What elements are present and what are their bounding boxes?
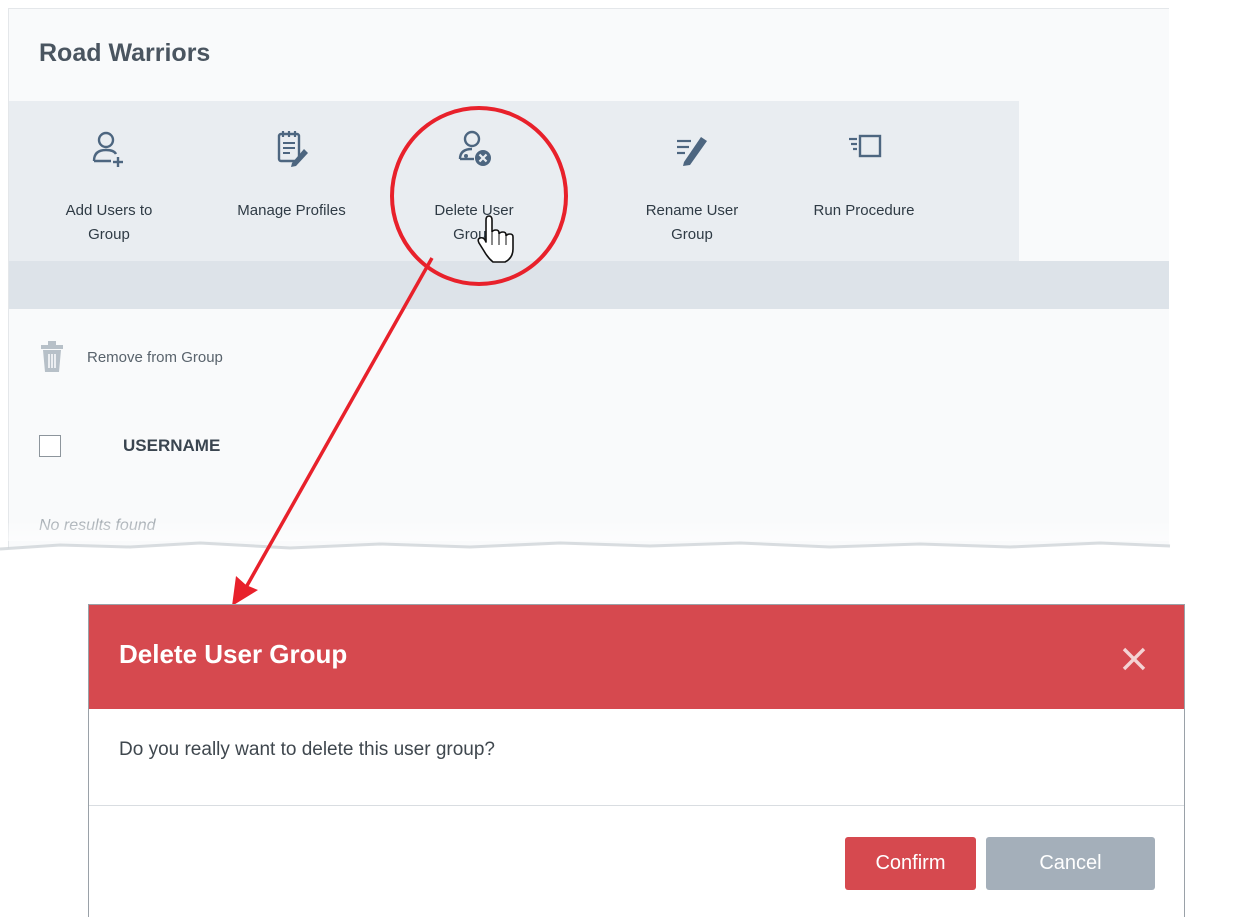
trash-icon bbox=[41, 341, 63, 372]
table-header: USERNAME bbox=[39, 429, 220, 463]
dialog-divider bbox=[89, 805, 1184, 806]
select-all-checkbox[interactable] bbox=[39, 435, 61, 457]
remove-from-group-button[interactable]: Remove from Group bbox=[39, 339, 223, 375]
column-header-username[interactable]: USERNAME bbox=[123, 436, 220, 456]
run-procedure-button[interactable]: Run Procedure bbox=[779, 101, 949, 261]
rename-user-group-button[interactable]: Rename User Group bbox=[597, 101, 787, 261]
dialog-header: Delete User Group bbox=[89, 605, 1184, 709]
manage-profiles-icon bbox=[277, 131, 308, 167]
toolbar-item-label: Delete User Group bbox=[434, 202, 514, 243]
manage-profiles-button[interactable]: Manage Profiles bbox=[209, 101, 374, 261]
toolbar-divider-band bbox=[9, 261, 1169, 309]
add-users-to-group-button[interactable]: Add Users to Group bbox=[29, 101, 189, 261]
toolbar-item-label: Add Users to Group bbox=[65, 202, 153, 243]
run-procedure-icon bbox=[849, 134, 882, 158]
close-icon[interactable] bbox=[1120, 645, 1148, 673]
confirm-button[interactable]: Confirm bbox=[845, 837, 976, 890]
delete-user-group-dialog: Delete User Group Do you really want to … bbox=[88, 604, 1185, 917]
dialog-title: Delete User Group bbox=[119, 639, 348, 669]
rename-icon bbox=[677, 137, 707, 166]
callout-arrowhead bbox=[232, 576, 258, 606]
cancel-button[interactable]: Cancel bbox=[986, 837, 1155, 890]
toolbar-item-label: Rename User Group bbox=[645, 202, 739, 243]
delete-user-group-icon bbox=[458, 130, 491, 166]
torn-edge-decoration bbox=[0, 523, 1238, 563]
remove-from-group-label: Remove from Group bbox=[87, 348, 223, 366]
dialog-message: Do you really want to delete this user g… bbox=[119, 739, 495, 760]
page-title: Road Warriors bbox=[39, 39, 211, 67]
toolbar: Add Users to Group Manage Profiles Delet… bbox=[9, 101, 1019, 261]
toolbar-item-label: Run Procedure bbox=[813, 202, 915, 219]
user-group-panel: Road Warriors Add Users to Group Manage … bbox=[8, 8, 1169, 554]
add-user-icon bbox=[92, 131, 123, 167]
delete-user-group-button[interactable]: Delete User Group bbox=[389, 101, 559, 261]
toolbar-item-label: Manage Profiles bbox=[237, 202, 346, 219]
